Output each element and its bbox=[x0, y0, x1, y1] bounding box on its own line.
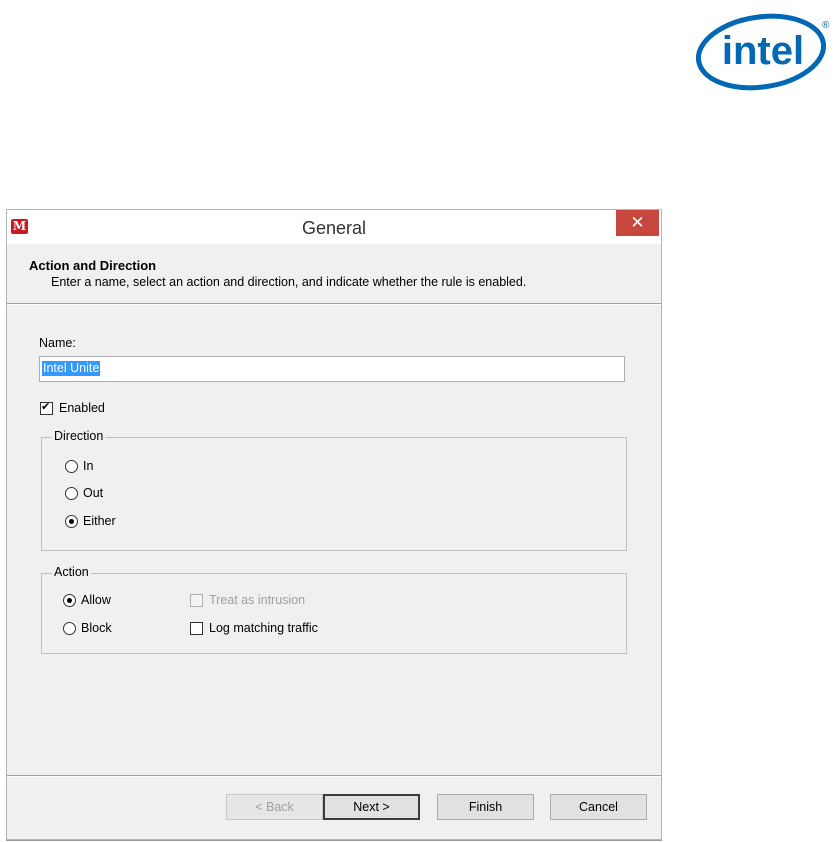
log-matching-traffic-label[interactable]: Log matching traffic bbox=[209, 621, 318, 635]
action-group: Action Allow Block Treat as intrusion Lo… bbox=[41, 565, 627, 654]
close-icon: ✕ bbox=[630, 213, 645, 232]
direction-either-label[interactable]: Either bbox=[83, 514, 116, 528]
enabled-checkbox[interactable] bbox=[40, 400, 53, 415]
title-bar[interactable]: M General ✕ bbox=[7, 210, 661, 244]
direction-group: Direction In Out Either bbox=[41, 429, 627, 551]
window-title: General bbox=[301, 218, 367, 238]
direction-out-label[interactable]: Out bbox=[83, 486, 103, 500]
cancel-button[interactable]: Cancel bbox=[550, 794, 647, 820]
enabled-label[interactable]: Enabled bbox=[59, 401, 105, 415]
header-title: Action and Direction bbox=[29, 258, 157, 273]
header-description: Enter a name, select an action and direc… bbox=[51, 275, 527, 289]
name-input-value: Intel Unite bbox=[42, 361, 101, 376]
direction-either-radio[interactable] bbox=[65, 515, 78, 528]
name-label: Name: bbox=[39, 336, 76, 350]
close-button[interactable]: ✕ bbox=[616, 210, 659, 236]
direction-in-label[interactable]: In bbox=[83, 459, 93, 473]
back-button[interactable]: < Back bbox=[226, 794, 323, 820]
finish-button[interactable]: Finish bbox=[437, 794, 534, 820]
next-button[interactable]: Next > bbox=[323, 794, 420, 820]
intel-registered-mark: ® bbox=[822, 20, 830, 31]
treat-as-intrusion-checkbox[interactable] bbox=[190, 594, 203, 607]
direction-group-title: Direction bbox=[52, 429, 106, 443]
general-dialog: M General ✕ Action and Direction Enter a… bbox=[6, 209, 662, 840]
wizard-header: Action and Direction Enter a name, selec… bbox=[7, 244, 661, 303]
action-block-radio[interactable] bbox=[63, 622, 76, 635]
window-bottom-edge bbox=[6, 840, 662, 841]
action-group-title: Action bbox=[52, 565, 91, 579]
action-allow-label[interactable]: Allow bbox=[81, 593, 111, 607]
action-allow-radio[interactable] bbox=[63, 594, 76, 607]
action-block-label[interactable]: Block bbox=[81, 621, 112, 635]
name-input[interactable]: Intel Unite bbox=[39, 356, 625, 382]
direction-in-radio[interactable] bbox=[65, 460, 78, 473]
direction-out-radio[interactable] bbox=[65, 487, 78, 500]
header-divider bbox=[7, 303, 661, 305]
treat-as-intrusion-label: Treat as intrusion bbox=[209, 593, 306, 607]
intel-logo: intel ® bbox=[695, 13, 830, 91]
intel-logo-text: intel bbox=[722, 29, 804, 73]
footer-divider bbox=[7, 775, 661, 777]
log-matching-traffic-checkbox[interactable] bbox=[190, 622, 203, 635]
